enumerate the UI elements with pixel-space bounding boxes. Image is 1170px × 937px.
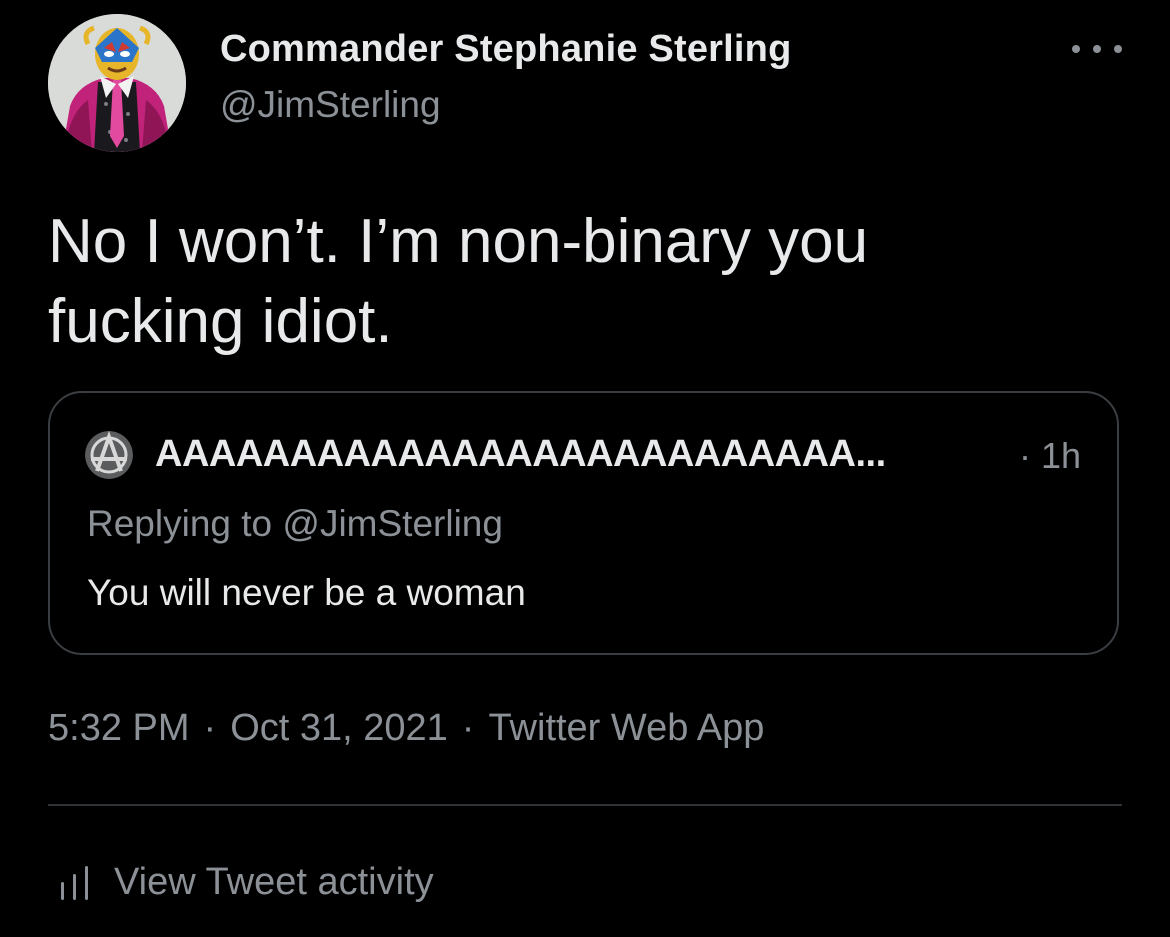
anarchy-symbol-icon [85, 431, 133, 479]
meta-separator: · [461, 707, 475, 749]
view-tweet-activity-label: View Tweet activity [114, 860, 434, 903]
more-dot [1114, 45, 1122, 53]
quoted-author-avatar[interactable] [85, 431, 133, 479]
view-tweet-activity-button[interactable]: View Tweet activity [58, 856, 434, 908]
author-display-name[interactable]: Commander Stephanie Sterling [220, 28, 791, 71]
more-options-icon[interactable] [1072, 36, 1122, 62]
more-dot [1072, 45, 1080, 53]
tweet-detail: Commander Stephanie Sterling @JimSterlin… [0, 0, 1170, 937]
divider [48, 804, 1122, 806]
meta-separator: · [203, 707, 217, 749]
tweet-source[interactable]: Twitter Web App [488, 707, 764, 749]
bar-chart-icon [61, 866, 88, 900]
quoted-replying-to: Replying to @JimSterling [87, 503, 503, 544]
quoted-tweet[interactable]: AAAAAAAAAAAAAAAAAAAAAAAAAA... · 1h Reply… [48, 391, 1119, 655]
quoted-author-name[interactable]: AAAAAAAAAAAAAAAAAAAAAAAAAA... [155, 433, 886, 476]
author-handle[interactable]: @JimSterling [220, 84, 441, 126]
author-avatar[interactable] [48, 14, 186, 152]
tweet-time[interactable]: 5:32 PM [48, 707, 190, 749]
tweet-text: No I won’t. I’m non-binary you fucking i… [48, 207, 869, 356]
tweet-meta: 5:32 PM · Oct 31, 2021 · Twitter Web App [48, 707, 764, 750]
more-dot [1093, 45, 1101, 53]
quoted-tweet-text: You will never be a woman [87, 572, 526, 613]
tweet-date[interactable]: Oct 31, 2021 [230, 707, 448, 749]
profile-avatar-icon [48, 14, 186, 152]
quoted-tweet-time: · 1h [1018, 435, 1081, 476]
